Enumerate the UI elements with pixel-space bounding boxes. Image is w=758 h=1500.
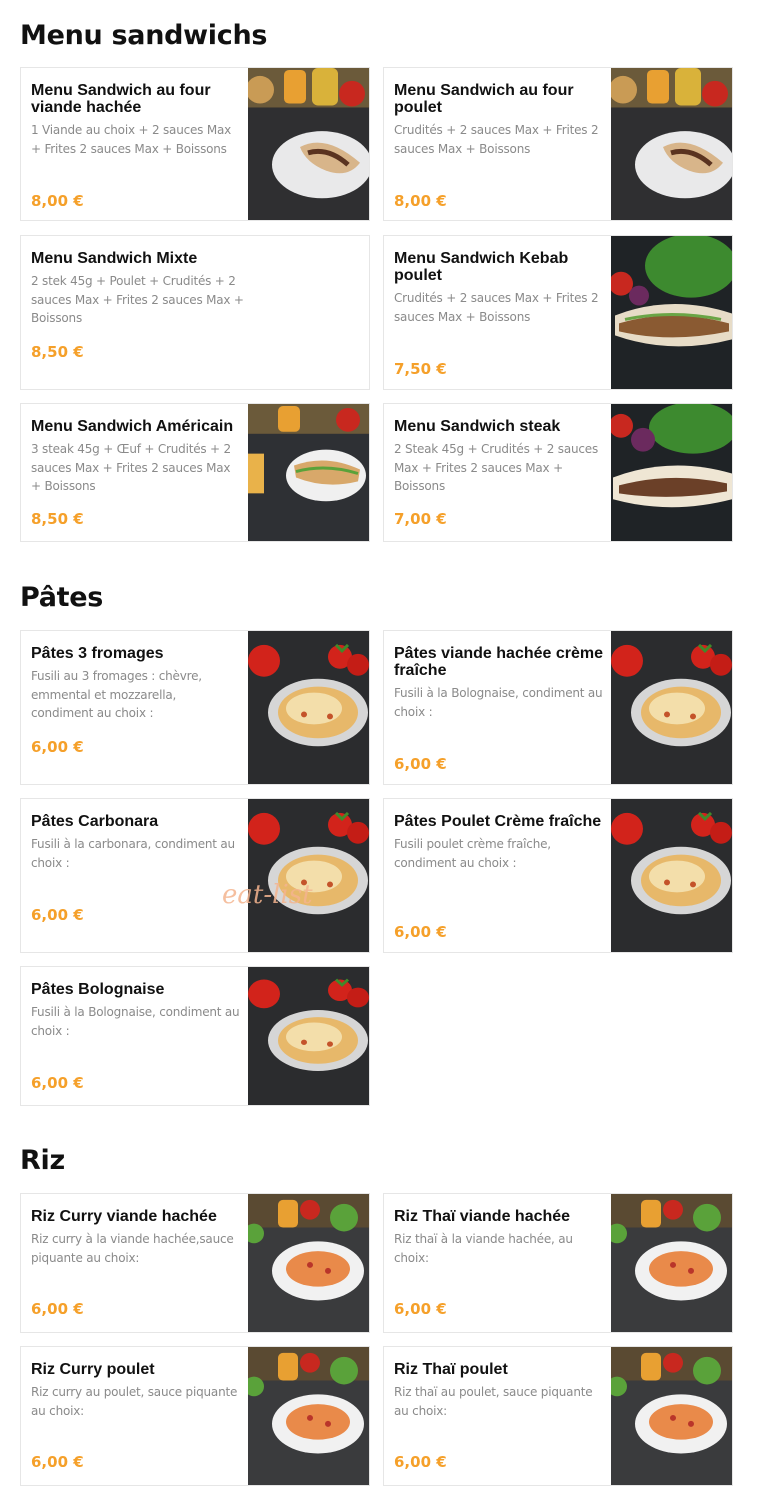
item-price: 6,00 €: [31, 1453, 84, 1471]
item-description: Riz thaï à la viande hachée, au choix:: [394, 1232, 573, 1265]
item-name: Pâtes Bolognaise: [31, 981, 165, 998]
sandwich-plate-photo: [248, 68, 369, 220]
item-name: Pâtes Poulet Crème fraîche: [394, 813, 602, 830]
rice-bowl-photo: [611, 1194, 732, 1332]
menu-item-card[interactable]: Menu Sandwich au four viande hachée 1 Via…: [20, 67, 370, 221]
menu-item-card[interactable]: Menu Sandwich Américain 3 steak 45g + Œuf…: [20, 403, 370, 542]
item-price: 8,00 €: [31, 192, 84, 210]
item-price: 6,00 €: [31, 1300, 84, 1318]
menu-item-card[interactable]: Pâtes Bolognaise Fusili à la Bolognaise, …: [20, 966, 370, 1106]
section-title-sandwichs: Menu sandwichs: [20, 20, 268, 51]
item-name: Menu Sandwich Mixte: [31, 250, 198, 267]
pasta-bowl-photo: [611, 631, 732, 784]
item-price: 8,50 €: [31, 343, 84, 361]
item-price: 6,00 €: [394, 1300, 447, 1318]
item-name: Menu Sandwich au four viande hachée: [31, 82, 211, 116]
american-sandwich-photo: [248, 404, 369, 541]
item-price: 6,00 €: [31, 906, 84, 924]
menu-item-card[interactable]: Riz Thaï viande hachée Riz thaï à la vian…: [383, 1193, 733, 1333]
item-price: 7,00 €: [394, 510, 447, 528]
item-price: 6,00 €: [31, 738, 84, 756]
rice-bowl-photo: [248, 1194, 369, 1332]
item-price: 8,50 €: [31, 510, 84, 528]
item-name: Riz Thaï viande hachée: [394, 1208, 571, 1225]
menu-item-card[interactable]: Pâtes Poulet Crème fraîche Fusili poulet …: [383, 798, 733, 953]
menu-item-card[interactable]: Riz Curry poulet Riz curry au poulet, sau…: [20, 1346, 370, 1486]
item-description: 2 Steak 45g + Crudités + 2 sauces Max + …: [394, 442, 599, 493]
item-name: Pâtes 3 fromages: [31, 645, 164, 662]
pasta-bowl-photo: [611, 799, 732, 952]
menu-item-card[interactable]: Pâtes Carbonara Fusili à la carbonara, co…: [20, 798, 370, 953]
item-name: Menu Sandwich Kebab poulet: [394, 250, 569, 284]
menu-item-card[interactable]: Pâtes viande hachée crème fraîche Fusili …: [383, 630, 733, 785]
item-name: Riz Curry viande hachée: [31, 1208, 217, 1225]
menu-item-card[interactable]: Riz Curry viande hachée Riz curry à la vi…: [20, 1193, 370, 1333]
item-description: 1 Viande au choix + 2 sauces Max + Frite…: [31, 123, 232, 156]
item-description: Fusili à la carbonara, condiment au choi…: [31, 837, 235, 870]
item-name: Pâtes viande hachée crème fraîche: [394, 645, 604, 679]
menu-item-card[interactable]: Menu Sandwich steak 2 Steak 45g + Crudité…: [383, 403, 733, 542]
watermark: eat-list: [222, 880, 313, 910]
rice-bowl-photo: [248, 1347, 369, 1485]
rice-bowl-photo: [611, 1347, 732, 1485]
item-description: Fusili au 3 fromages : chèvre, emmental …: [31, 669, 202, 720]
item-description: Crudités + 2 sauces Max + Frites 2 sauce…: [394, 291, 599, 324]
item-price: 7,50 €: [394, 360, 447, 378]
menu-item-card[interactable]: Menu Sandwich Mixte 2 stek 45g + Poulet +…: [20, 235, 370, 390]
item-description: 3 steak 45g + Œuf + Crudités + 2 sauces …: [31, 442, 231, 493]
item-description: Riz curry à la viande hachée,sauce piqua…: [31, 1232, 234, 1265]
section-title-pates: Pâtes: [20, 582, 104, 613]
section-title-riz: Riz: [20, 1145, 65, 1176]
item-description: Fusili poulet crème fraîche, condiment a…: [394, 837, 551, 870]
item-name: Menu Sandwich au four poulet: [394, 82, 574, 116]
item-description: 2 stek 45g + Poulet + Crudités + 2 sauce…: [31, 274, 244, 325]
menu-item-card[interactable]: Menu Sandwich au four poulet Crudités + 2…: [383, 67, 733, 221]
pasta-bowl-photo: [248, 799, 369, 952]
menu-item-card[interactable]: Riz Thaï poulet Riz thaï au poulet, sauce…: [383, 1346, 733, 1486]
item-description: Riz curry au poulet, sauce piquante au c…: [31, 1385, 238, 1418]
item-name: Menu Sandwich Américain: [31, 418, 234, 435]
steak-sandwich-photo: [611, 404, 732, 541]
item-description: Riz thaï au poulet, sauce piquante au ch…: [394, 1385, 593, 1418]
pasta-bowl-photo: [248, 967, 369, 1105]
sandwich-plate-photo: [611, 68, 732, 220]
item-name: Pâtes Carbonara: [31, 813, 159, 830]
item-name: Riz Thaï poulet: [394, 1361, 508, 1378]
menu-item-card[interactable]: Pâtes 3 fromages Fusili au 3 fromages : c…: [20, 630, 370, 785]
item-price: 6,00 €: [394, 1453, 447, 1471]
item-price: 6,00 €: [394, 923, 447, 941]
item-description: Crudités + 2 sauces Max + Frites 2 sauce…: [394, 123, 599, 156]
menu-item-card[interactable]: Menu Sandwich Kebab poulet Crudités + 2 s…: [383, 235, 733, 390]
item-price: 6,00 €: [394, 755, 447, 773]
item-price: 8,00 €: [394, 192, 447, 210]
item-description: Fusili à la Bolognaise, condiment au cho…: [31, 1005, 240, 1038]
item-name: Menu Sandwich steak: [394, 418, 561, 435]
item-price: 6,00 €: [31, 1074, 84, 1092]
pasta-bowl-photo: [248, 631, 369, 784]
kebab-sandwich-photo: [611, 236, 732, 389]
item-name: Riz Curry poulet: [31, 1361, 155, 1378]
item-description: Fusili à la Bolognaise, condiment au cho…: [394, 686, 603, 719]
